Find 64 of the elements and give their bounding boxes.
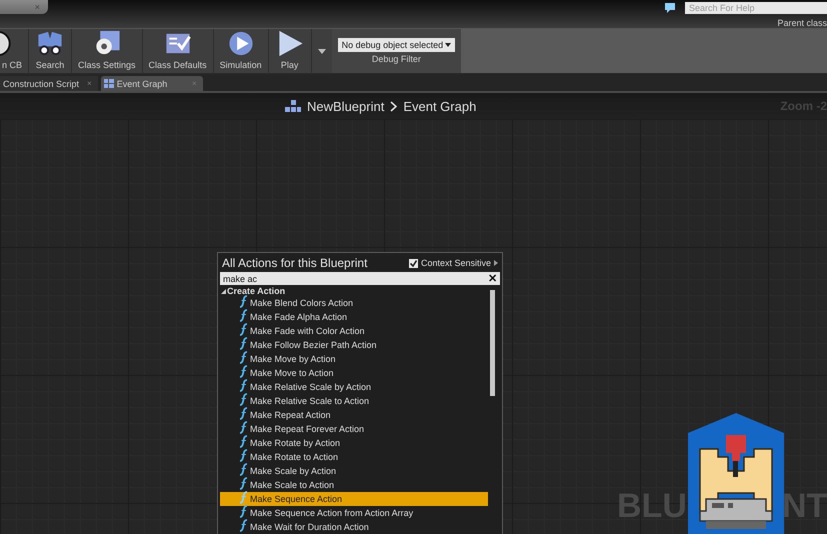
- function-icon: [238, 519, 248, 532]
- action-item[interactable]: Make Blend Colors Action: [220, 296, 488, 310]
- graph-tab[interactable]: Event Graph ×: [100, 76, 203, 91]
- action-item[interactable]: Make Rotate by Action: [220, 436, 488, 450]
- help-search-field[interactable]: Search For Help: [685, 2, 827, 14]
- context-sensitive-toggle[interactable]: Context Sensitive: [408, 258, 498, 268]
- toolbar-button[interactable]: Simulation: [214, 29, 269, 73]
- toolbar-button[interactable]: Play: [268, 29, 312, 73]
- action-item[interactable]: Make Fade with Color Action: [220, 324, 488, 338]
- breadcrumb-item[interactable]: NewBlueprint: [307, 98, 384, 114]
- graph-tab[interactable]: Construction Script ×: [0, 76, 98, 91]
- clear-button[interactable]: ✕: [488, 272, 497, 285]
- function-icon: [238, 379, 248, 392]
- function-icon: [238, 463, 248, 476]
- function-icon: [238, 477, 248, 490]
- function-icon: [238, 309, 248, 322]
- action-item[interactable]: Make Follow Bezier Path Action: [220, 338, 488, 352]
- debug-filter-dropdown[interactable]: No debug object selected: [338, 38, 456, 52]
- action-item[interactable]: Make Move by Action: [220, 352, 488, 366]
- chevron-icon: [390, 100, 398, 112]
- parent-class-label: Parent class: [777, 18, 827, 28]
- action-item[interactable]: Make Fade Alpha Action: [220, 310, 488, 324]
- checkmark-icon: [410, 260, 417, 266]
- action-item[interactable]: Make Sequence Action from Action Array: [220, 506, 488, 520]
- function-icon: [238, 337, 248, 350]
- function-icon: [238, 365, 248, 378]
- function-icon: [238, 393, 248, 406]
- toolbar-button[interactable]: Class Defaults: [142, 29, 214, 73]
- action-item[interactable]: Make Repeat Forever Action: [220, 422, 488, 436]
- arrow-icon: [494, 260, 498, 266]
- function-icon: [238, 449, 248, 462]
- expand-arrow-icon: [221, 288, 226, 294]
- action-item[interactable]: Make Repeat Action: [220, 408, 488, 422]
- action-item[interactable]: Make Wait for Duration Action: [220, 520, 488, 534]
- toolbar-button[interactable]: Search: [29, 29, 72, 73]
- toolbar-button[interactable]: Class Settings: [72, 29, 143, 73]
- function-icon: [238, 421, 248, 434]
- function-icon: [238, 491, 248, 504]
- breadcrumb-item[interactable]: Event Graph: [403, 98, 476, 114]
- action-item[interactable]: Make Move to Action: [220, 366, 488, 380]
- action-item[interactable]: Make Rotate to Action: [220, 450, 488, 464]
- blueprint-icon: [285, 100, 301, 112]
- graph-icon: [104, 79, 114, 88]
- caret-icon: [445, 43, 452, 47]
- function-icon: [238, 323, 248, 336]
- scrollbar[interactable]: [490, 290, 495, 396]
- category-row[interactable]: Create Action: [218, 286, 488, 296]
- menu-title: All Actions for this Blueprint: [222, 256, 368, 270]
- function-icon: [238, 435, 248, 448]
- caret-icon: [318, 48, 326, 54]
- function-icon: [238, 407, 248, 420]
- toolbar-button[interactable]: n CB: [0, 29, 30, 73]
- function-icon: [238, 505, 248, 518]
- action-item[interactable]: Make Relative Scale to Action: [220, 394, 488, 408]
- action-item[interactable]: Make Scale by Action: [220, 464, 488, 478]
- checkbox[interactable]: [408, 258, 418, 268]
- debug-filter-label: Debug Filter: [372, 54, 421, 64]
- action-item[interactable]: Make Scale to Action: [220, 478, 488, 492]
- speech-bubble-icon: [665, 3, 675, 13]
- action-item[interactable]: Make Relative Scale by Action: [220, 380, 488, 394]
- action-item[interactable]: Make Sequence Action: [220, 492, 488, 506]
- function-icon: [238, 295, 248, 308]
- search-field[interactable]: make ac ✕: [220, 272, 500, 285]
- function-icon: [238, 351, 248, 364]
